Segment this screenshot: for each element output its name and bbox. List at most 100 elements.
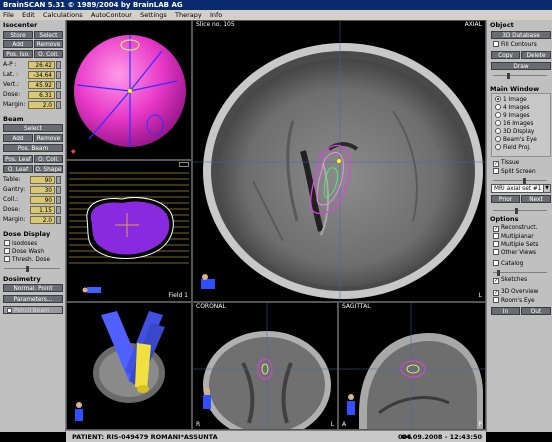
status-bar: PATIENT: RIS-049479 ROMANI*ASSUNTA 004 0… <box>66 430 486 442</box>
dose-slider[interactable] <box>4 266 60 273</box>
store-button[interactable]: Store <box>3 31 33 39</box>
isodoses-checkbox[interactable]: Isodoses <box>4 240 37 248</box>
thresh-dose-checkbox[interactable]: Thresh. Dose <box>4 256 50 264</box>
pos-leaf-button[interactable]: Pos. Leaf <box>3 155 33 163</box>
menu-file[interactable]: File <box>0 10 17 20</box>
view-field-proj-radio[interactable]: Field Proj. <box>495 144 531 152</box>
reconstruct-checkbox[interactable]: ✓ Reconstruct. <box>493 225 537 232</box>
iso-margin-spinner[interactable] <box>56 101 61 109</box>
beam-select-button[interactable]: Select <box>3 124 63 132</box>
left-control-panel: Isocenter Store Select Add Remove Pos. I… <box>0 20 66 432</box>
beam-o-coll-button[interactable]: O. Coll. <box>34 155 63 163</box>
coll-spinner[interactable] <box>56 196 61 204</box>
iso-dose-field[interactable]: 6.31 <box>28 91 55 99</box>
ap-spinner[interactable] <box>56 61 61 69</box>
view-9-images-radio[interactable]: 9 Images <box>495 112 530 120</box>
beam-add-button[interactable]: Add <box>3 134 33 142</box>
beam-margin-field[interactable]: 2.0 <box>30 216 55 224</box>
pos-beam-button[interactable]: Pos. Beam <box>3 144 63 152</box>
iso-o-coll-button[interactable]: O. Coll. <box>34 50 63 58</box>
parameters-button[interactable]: Parameters... <box>3 295 63 303</box>
pos-iso-button[interactable]: Pos. Iso. <box>3 50 33 58</box>
chevron-down-icon: ▼ <box>543 185 550 192</box>
pencil-beam-toggle[interactable]: Pencil Beam <box>3 306 63 314</box>
coll-label: Coll.: <box>3 196 19 203</box>
lat-spinner[interactable] <box>56 71 61 79</box>
table-spinner[interactable] <box>56 176 61 184</box>
object-slider[interactable] <box>493 73 547 80</box>
rooms-eye-checkbox[interactable]: Room's Eye <box>493 297 535 305</box>
gantry-field[interactable]: 30 <box>30 186 55 194</box>
field-render <box>69 172 189 293</box>
axial-main-view[interactable]: Slice no. 105 AXIAL L <box>192 20 486 302</box>
coronal-image <box>193 303 337 429</box>
coronal-view[interactable]: CORONAL R L <box>192 302 338 430</box>
3d-overview-checkbox[interactable]: ✓ 3D Overview <box>493 289 538 296</box>
iso-margin-field[interactable]: 2.0 <box>28 101 55 109</box>
iso-select-button[interactable]: Select <box>34 31 63 39</box>
3d-database-button[interactable]: 3D Database <box>491 31 551 39</box>
series-select[interactable]: MRI axial set #1 ▼ <box>491 184 551 193</box>
object-title: Object <box>490 21 514 29</box>
other-views-checkbox[interactable]: Other Views <box>493 249 536 257</box>
sagittal-orient-p: P <box>478 421 482 428</box>
3d-overview-render <box>75 311 165 421</box>
field-projection-view[interactable]: Field 1 <box>66 160 192 302</box>
iso-dose-spinner[interactable] <box>56 91 61 99</box>
sketches-checkbox[interactable]: ✓ Sketches <box>493 277 527 284</box>
menu-edit[interactable]: Edit <box>19 10 38 20</box>
zoom-in-button[interactable]: In <box>491 307 520 315</box>
iso-remove-button[interactable]: Remove <box>34 40 63 48</box>
menu-calculations[interactable]: Calculations <box>40 10 86 20</box>
menu-settings[interactable]: Settings <box>137 10 170 20</box>
prior-button[interactable]: Prior <box>491 195 520 203</box>
beam-remove-button[interactable]: Remove <box>34 134 63 142</box>
gantry-spinner[interactable] <box>56 186 61 194</box>
dose-wash-checkbox[interactable]: Dose Wash <box>4 248 44 256</box>
beam-title: Beam <box>3 115 24 123</box>
o-shape-button[interactable]: O. Shape <box>34 165 63 173</box>
main-window-group: 1 Image 4 Images 9 Images 16 Images 3D D… <box>491 93 551 157</box>
zoom-out-button[interactable]: Out <box>521 307 551 315</box>
beam-dose-spinner[interactable] <box>56 206 61 214</box>
multiple-sets-checkbox[interactable]: Multiple Sets <box>493 241 538 249</box>
coronal-orient-r: R <box>196 421 201 428</box>
table-field[interactable]: 90 <box>30 176 55 184</box>
normal-point-button[interactable]: Normal. Point <box>3 284 63 292</box>
isocenter-3d-view[interactable]: ◆ <box>66 20 192 160</box>
sagittal-view[interactable]: SAGITTAL A P <box>338 302 486 430</box>
view-beams-eye-radio[interactable]: Beam's Eye <box>495 136 537 144</box>
vert-value-field[interactable]: 45.92 <box>28 81 55 89</box>
beam-dose-field[interactable]: 1.15 <box>30 206 55 214</box>
menu-info[interactable]: Info <box>207 10 225 20</box>
view-1-image-radio[interactable]: 1 Image <box>495 96 527 104</box>
options-title: Options <box>490 215 519 223</box>
view-4-images-radio[interactable]: 4 Images <box>495 104 530 112</box>
vert-spinner[interactable] <box>56 81 61 89</box>
beam-margin-spinner[interactable] <box>56 216 61 224</box>
pencil-beam-checkbox[interactable] <box>7 308 12 313</box>
iso-add-button[interactable]: Add <box>3 40 33 48</box>
coronal-label: CORONAL <box>196 303 226 310</box>
menu-autocontour[interactable]: AutoContour <box>88 10 135 20</box>
draw-button[interactable]: Draw <box>491 62 551 70</box>
ap-value-field[interactable]: 26.42 <box>28 61 55 69</box>
tissue-checkbox[interactable]: ✓ Tissue <box>493 160 519 167</box>
view-control-icon[interactable] <box>179 162 189 167</box>
split-screen-checkbox[interactable]: Split Screen <box>493 168 536 176</box>
copy-button[interactable]: Copy <box>491 51 520 59</box>
coll-field[interactable]: 90 <box>30 196 55 204</box>
lat-value-field[interactable]: -34.64 <box>28 71 55 79</box>
fill-contours-checkbox[interactable]: Fill Contours <box>493 41 537 49</box>
next-button[interactable]: Next <box>521 195 551 203</box>
delete-button[interactable]: Delete <box>521 51 551 59</box>
multiplanar-checkbox[interactable]: Multiplanar <box>493 233 534 241</box>
patient-info: PATIENT: RIS-049479 ROMANI*ASSUNTA <box>72 433 218 441</box>
view-3d-display-radio[interactable]: 3D Display <box>495 128 534 136</box>
o-leaf-button[interactable]: O. Leaf <box>3 165 33 173</box>
catalog-checkbox[interactable]: Catalog <box>493 260 523 268</box>
view-16-images-radio[interactable]: 16 Images <box>495 120 533 128</box>
3d-overview-view[interactable] <box>66 302 192 430</box>
menu-therapy[interactable]: Therapy <box>172 10 205 20</box>
svg-text:◆: ◆ <box>71 148 76 155</box>
